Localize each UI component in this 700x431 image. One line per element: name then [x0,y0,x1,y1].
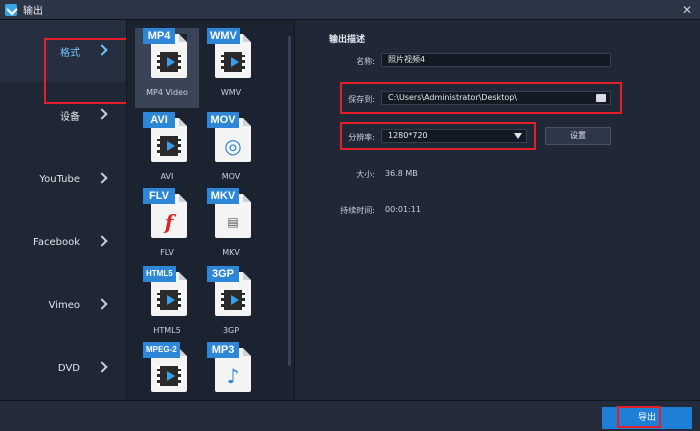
save-path-value: C:\Users\Administrator\Desktop\ [388,93,517,102]
section-title: 输出描述 [329,35,366,45]
format-mkv[interactable]: ▤ MKV MKV [199,188,263,268]
chevron-right-icon [96,298,108,310]
format-badge: 3GP [207,266,239,282]
film-icon [157,52,181,72]
app-logo-icon [5,3,17,16]
format-wmv[interactable]: WMV WMV [199,28,263,108]
close-icon[interactable]: ✕ [680,3,694,17]
format-badge: MOV [207,112,239,128]
name-input[interactable]: 照片视频4 [381,53,611,67]
format-badge: AVI [143,112,175,128]
title-bar: 输出 ✕ [0,0,700,20]
chevron-right-icon [96,172,108,184]
name-label: 名称: [356,57,375,66]
format-html5[interactable]: HTML5 HTML5 [135,266,199,346]
format-badge: HTML5 [143,266,176,282]
matroska-icon: ▤ [227,215,239,229]
format-label: FLV [160,248,174,257]
category-label: Vimeo [48,299,80,311]
film-icon [221,52,245,72]
chevron-right-icon [96,108,108,120]
format-grid: MP4 MP4 Video WMV WMV AVI AVI ◎ MOV MOV … [126,20,294,400]
film-icon [221,290,245,310]
format-3gp[interactable]: 3GP 3GP [199,266,263,346]
category-label: 格式 [60,47,80,59]
film-icon [157,136,181,156]
format-mp4[interactable]: MP4 MP4 Video [135,28,199,108]
export-button[interactable]: 导出 [602,407,692,429]
category-vimeo[interactable]: Vimeo [0,274,126,336]
format-badge: WMV [207,28,240,44]
chevron-right-icon [96,361,108,373]
category-label: Facebook [33,236,80,248]
category-label: 设备 [60,111,80,123]
format-label: MOV [221,172,241,181]
category-sidebar: 格式 设备 YouTube Facebook Vimeo DVD [0,20,126,400]
format-mpeg2[interactable]: MPEG-2 [135,342,199,400]
resolution-dropdown[interactable]: 1280*720 [381,129,527,143]
settings-button[interactable]: 设置 [545,127,611,145]
format-label: WMV [220,88,242,97]
format-mov[interactable]: ◎ MOV MOV [199,112,263,192]
flash-icon: f [164,210,174,234]
film-icon [157,366,181,386]
category-format[interactable]: 格式 [0,20,126,82]
format-badge: MKV [207,188,239,204]
category-youtube[interactable]: YouTube [0,148,126,210]
category-dvd[interactable]: DVD [0,337,126,399]
window-title: 输出 [23,6,43,17]
size-value: 36.8 MB [385,169,418,178]
category-device[interactable]: 设备 [0,84,126,146]
bottom-bar: 导出 [0,400,700,431]
format-badge: MP4 [143,28,175,44]
resolution-value: 1280*720 [388,131,428,140]
duration-value: 00:01:11 [385,205,421,214]
chevron-right-icon [96,44,108,56]
format-avi[interactable]: AVI AVI [135,112,199,192]
format-label: HTML5 [153,326,181,335]
category-facebook[interactable]: Facebook [0,211,126,273]
format-scrollbar[interactable] [288,36,291,366]
format-label: MP4 Video [146,88,188,97]
output-details-panel: 输出描述 名称: 照片视频4 保存到: C:\Users\Administrat… [294,20,700,400]
quicktime-icon: ◎ [224,134,242,158]
category-label: DVD [57,362,80,374]
format-flv[interactable]: f FLV FLV [135,188,199,268]
size-label: 大小: [356,170,375,179]
format-mp3[interactable]: ♪ MP3 [199,342,263,400]
category-label: YouTube [39,173,80,185]
chevron-right-icon [96,235,108,247]
format-label: AVI [160,172,174,181]
format-badge: FLV [143,188,175,204]
film-icon [157,290,181,310]
save-path-input[interactable]: C:\Users\Administrator\Desktop\ [381,91,611,105]
duration-label: 持续时间: [340,206,375,215]
resolution-label: 分辨率: [348,133,375,142]
music-note-icon: ♪ [226,364,240,388]
format-label: MKV [222,248,240,257]
save-to-label: 保存到: [348,95,375,104]
dropdown-arrow-icon [514,133,522,139]
format-badge: MP3 [207,342,239,358]
format-label: 3GP [222,326,240,335]
format-badge: MPEG-2 [143,342,180,358]
folder-icon[interactable] [596,94,606,102]
